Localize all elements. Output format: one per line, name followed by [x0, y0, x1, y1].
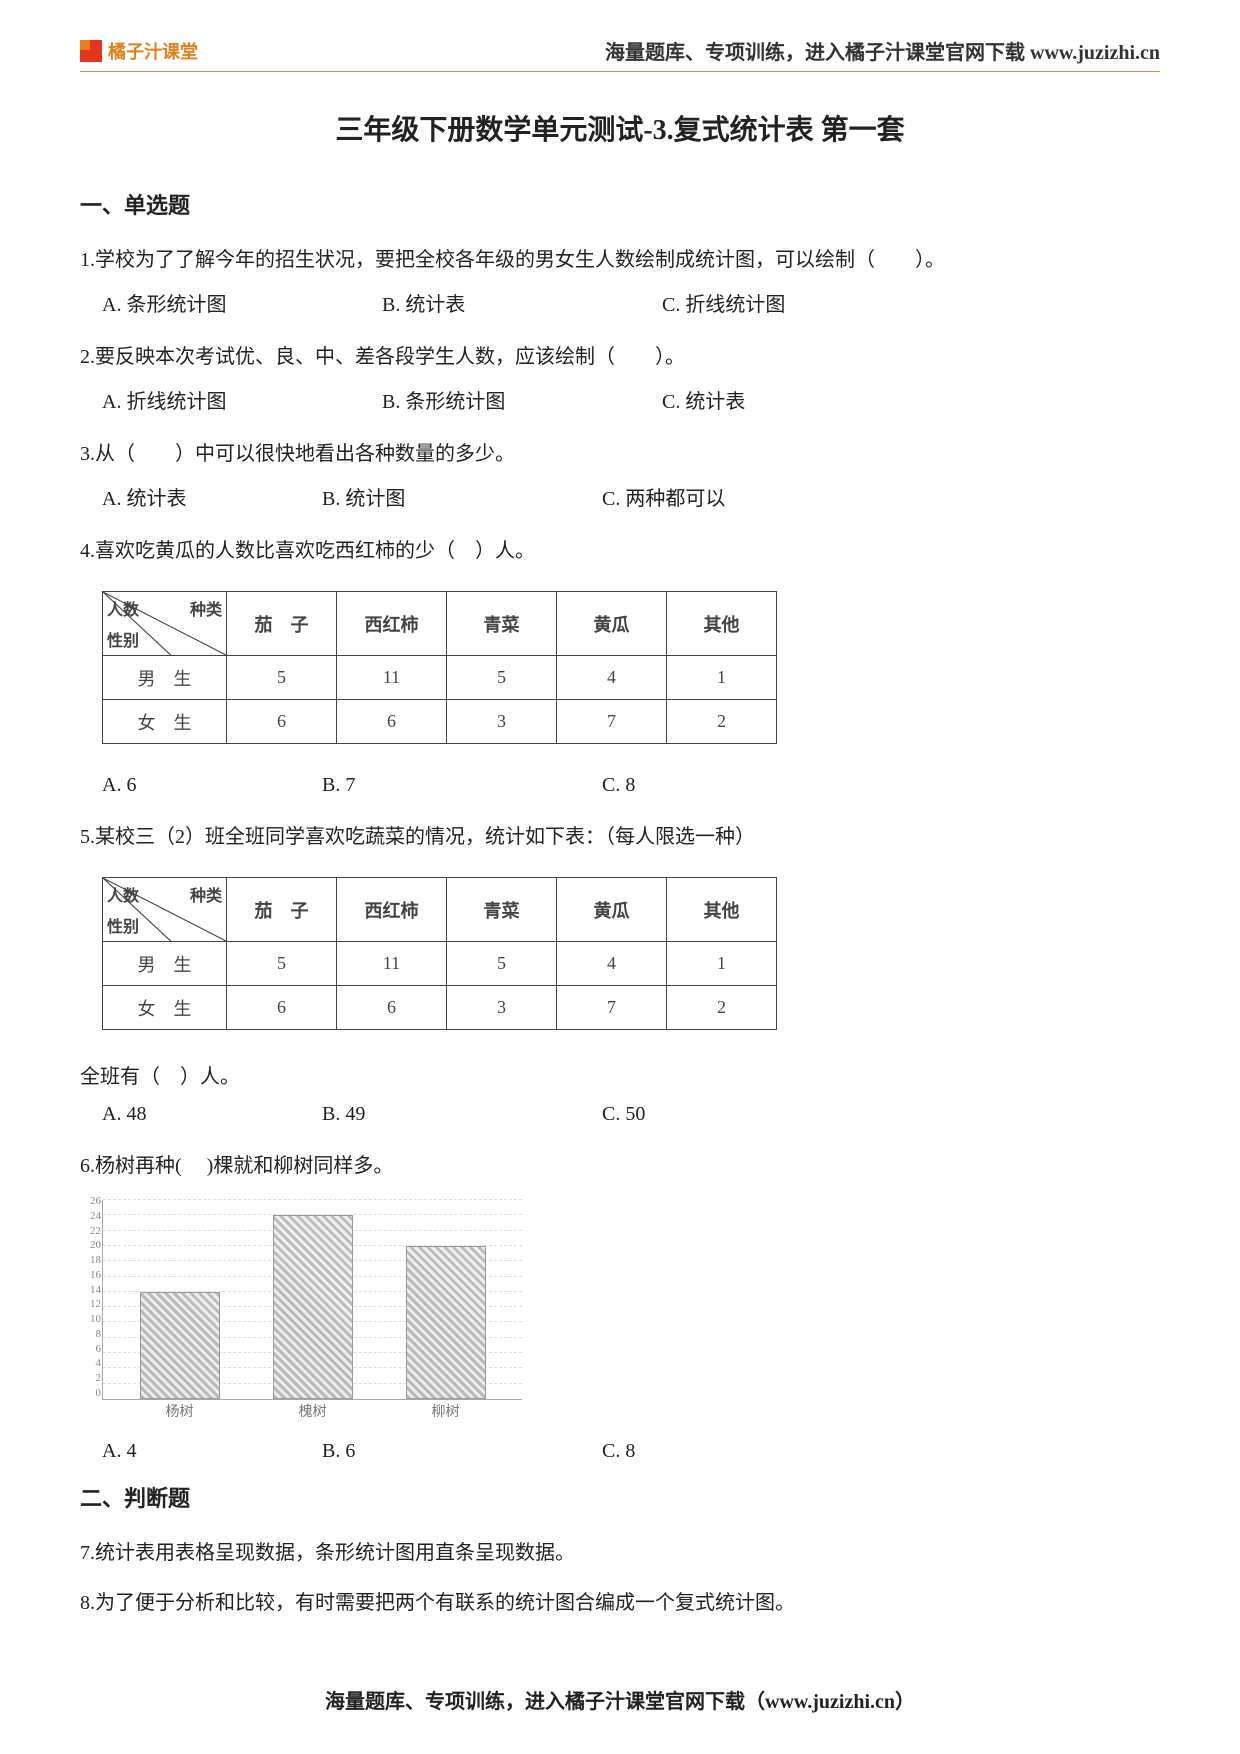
q8-stem: 8.为了便于分析和比较，有时需要把两个有联系的统计图合编成一个复式统计图。	[80, 1581, 1160, 1625]
logo-text: 橘子汁课堂	[108, 38, 198, 64]
table-diag-top: 种类	[190, 596, 222, 620]
q1-options: A. 条形统计图 B. 统计表 C. 折线统计图	[102, 288, 1160, 317]
logo: 橘子汁课堂	[80, 38, 198, 64]
page-header: 橘子汁课堂 海量题库、专项训练，进入橘子汁课堂官网下载 www.juzizhi.…	[80, 36, 1160, 72]
q3-opt-a[interactable]: A. 统计表	[102, 482, 322, 511]
q5-options: A. 48 B. 49 C. 50	[102, 1103, 1160, 1126]
table-cell: 1	[667, 942, 777, 986]
q1-opt-b[interactable]: B. 统计表	[382, 288, 662, 317]
table-col-header: 其他	[667, 592, 777, 656]
q6-opt-c[interactable]: C. 8	[602, 1440, 882, 1463]
q3-stem: 3.从（ ）中可以很快地看出各种数量的多少。	[80, 432, 1160, 476]
q2-stem: 2.要反映本次考试优、良、中、差各段学生人数，应该绘制（ ）。	[80, 335, 1160, 379]
q3-options: A. 统计表 B. 统计图 C. 两种都可以	[102, 482, 1160, 511]
q5-opt-c[interactable]: C. 50	[602, 1103, 882, 1126]
q4-opt-c[interactable]: C. 8	[602, 774, 882, 797]
footer-note: 海量题库、专项训练，进入橘子汁课堂官网下载（www.juzizhi.cn）	[0, 1685, 1240, 1714]
table-row-label: 男 生	[103, 656, 227, 700]
header-note: 海量题库、专项训练，进入橘子汁课堂官网下载 www.juzizhi.cn	[605, 36, 1160, 65]
table-cell: 2	[667, 700, 777, 744]
table-col-header: 茄 子	[227, 878, 337, 942]
table-diag-left: 人数	[107, 882, 139, 906]
table-cell: 5	[447, 942, 557, 986]
table-diag-top: 种类	[190, 882, 222, 906]
q4-table: 种类人数性别茄 子西红柿青菜黄瓜其他男 生511541女 生66372	[102, 591, 1160, 744]
q5-opt-a[interactable]: A. 48	[102, 1103, 322, 1126]
chart-bar	[406, 1246, 486, 1399]
table-col-header: 西红柿	[337, 878, 447, 942]
logo-icon	[80, 40, 102, 62]
page-title: 三年级下册数学单元测试-3.复式统计表 第一套	[80, 108, 1160, 148]
q6-chart: 26242220181614121086420 杨树槐树柳树	[102, 1200, 522, 1400]
chart-bar	[140, 1292, 220, 1399]
table-cell: 5	[227, 656, 337, 700]
q4-stem: 4.喜欢吃黄瓜的人数比喜欢吃西红柿的少（ ）人。	[80, 529, 1160, 573]
table-cell: 5	[227, 942, 337, 986]
table-cell: 6	[337, 986, 447, 1030]
table-cell: 2	[667, 986, 777, 1030]
table-cell: 6	[227, 700, 337, 744]
table-cell: 1	[667, 656, 777, 700]
table-col-header: 黄瓜	[557, 878, 667, 942]
q1-opt-c[interactable]: C. 折线统计图	[662, 288, 942, 317]
table-col-header: 其他	[667, 878, 777, 942]
q2-options: A. 折线统计图 B. 条形统计图 C. 统计表	[102, 385, 1160, 414]
table-cell: 11	[337, 942, 447, 986]
header-link: www.juzizhi.cn	[1030, 42, 1160, 64]
table-cell: 6	[227, 986, 337, 1030]
table-cell: 3	[447, 700, 557, 744]
q1-opt-a[interactable]: A. 条形统计图	[102, 288, 382, 317]
table-row-label: 男 生	[103, 942, 227, 986]
q5-subtext: 全班有（ ）人。	[80, 1060, 1160, 1089]
q6-opt-a[interactable]: A. 4	[102, 1440, 322, 1463]
q3-opt-c[interactable]: C. 两种都可以	[602, 482, 882, 511]
q6-stem: 6.杨树再种( )棵就和柳树同样多。	[80, 1144, 1160, 1188]
q4-opt-b[interactable]: B. 7	[322, 774, 602, 797]
chart-x-label: 杨树	[140, 1401, 220, 1421]
section-2-heading: 二、判断题	[80, 1481, 1160, 1513]
q5-stem: 5.某校三（2）班全班同学喜欢吃蔬菜的情况，统计如下表：（每人限选一种）	[80, 815, 1160, 859]
q2-opt-a[interactable]: A. 折线统计图	[102, 385, 382, 414]
q6-options: A. 4 B. 6 C. 8	[102, 1440, 1160, 1463]
table-cell: 5	[447, 656, 557, 700]
q2-opt-c[interactable]: C. 统计表	[662, 385, 942, 414]
table-cell: 3	[447, 986, 557, 1030]
q1-stem: 1.学校为了了解今年的招生状况，要把全校各年级的男女生人数绘制成统计图，可以绘制…	[80, 238, 1160, 282]
q3-opt-b[interactable]: B. 统计图	[322, 482, 602, 511]
table-col-header: 西红柿	[337, 592, 447, 656]
q2-opt-b[interactable]: B. 条形统计图	[382, 385, 662, 414]
table-col-header: 黄瓜	[557, 592, 667, 656]
chart-x-label: 槐树	[273, 1401, 353, 1421]
q6-opt-b[interactable]: B. 6	[322, 1440, 602, 1463]
section-1-heading: 一、单选题	[80, 188, 1160, 220]
table-cell: 4	[557, 942, 667, 986]
table-diag-left: 人数	[107, 596, 139, 620]
table-row-label: 女 生	[103, 700, 227, 744]
q4-options: A. 6 B. 7 C. 8	[102, 774, 1160, 797]
chart-bar	[273, 1215, 353, 1399]
q7-stem: 7.统计表用表格呈现数据，条形统计图用直条呈现数据。	[80, 1531, 1160, 1575]
table-cell: 11	[337, 656, 447, 700]
table-row-label: 女 生	[103, 986, 227, 1030]
table-col-header: 青菜	[447, 592, 557, 656]
chart-x-label: 柳树	[406, 1401, 486, 1421]
table-cell: 6	[337, 700, 447, 744]
table-col-header: 茄 子	[227, 592, 337, 656]
table-cell: 4	[557, 656, 667, 700]
table-cell: 7	[557, 986, 667, 1030]
table-diag-bottom: 性别	[107, 627, 139, 651]
header-note-prefix: 海量题库、专项训练，进入橘子汁课堂官网下载	[605, 42, 1030, 64]
table-diag-bottom: 性别	[107, 913, 139, 937]
table-col-header: 青菜	[447, 878, 557, 942]
q4-opt-a[interactable]: A. 6	[102, 774, 322, 797]
table-cell: 7	[557, 700, 667, 744]
q5-opt-b[interactable]: B. 49	[322, 1103, 602, 1126]
q5-table: 种类人数性别茄 子西红柿青菜黄瓜其他男 生511541女 生66372	[102, 877, 1160, 1030]
